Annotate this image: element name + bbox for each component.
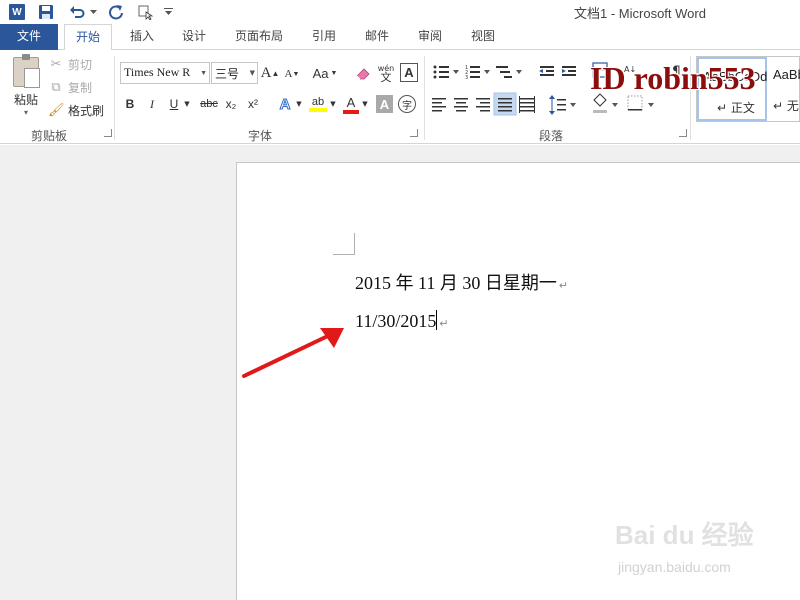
- margin-corner-mark: [333, 233, 355, 255]
- paragraph-launcher-icon[interactable]: [679, 129, 687, 137]
- subscript-button[interactable]: x₂: [222, 95, 240, 113]
- group-divider: [424, 56, 425, 140]
- tab-references[interactable]: 引用: [310, 24, 338, 50]
- copy-label: 复制: [68, 80, 93, 95]
- align-right-icon[interactable]: [476, 98, 490, 112]
- underline-dropdown-icon[interactable]: ▼: [182, 95, 192, 113]
- chevron-down-icon: ▼: [249, 69, 255, 77]
- font-size-value: 三号: [215, 67, 240, 81]
- format-painter-button[interactable]: 🖌 格式刷: [48, 100, 104, 120]
- chevron-down-icon: ▼: [200, 69, 207, 77]
- tab-mailings[interactable]: 邮件: [363, 24, 391, 50]
- bold-button[interactable]: B: [122, 95, 138, 113]
- line-text: 11/30/2015: [355, 311, 437, 331]
- title-bar: W 文档1 - Microsoft Word: [0, 0, 800, 24]
- align-left-icon[interactable]: [432, 98, 446, 112]
- strikethrough-button[interactable]: abc: [198, 95, 220, 113]
- ribbon-tabs: 文件 开始 插入 设计 页面布局 引用 邮件 审阅 视图: [0, 24, 800, 51]
- ribbon-home: 粘贴 ▾ ✂ 剪切 ⧉ 复制 🖌 格式刷 剪贴板 Times New R ▼ 三…: [0, 50, 800, 144]
- text-cursor: [436, 310, 438, 330]
- style-sample: AaBb: [773, 67, 800, 82]
- watermark-overlay: ID robin553: [590, 60, 756, 96]
- paintbrush-icon: 🖌: [48, 102, 65, 118]
- tab-view[interactable]: 视图: [469, 24, 497, 50]
- grow-font-button[interactable]: A ▲: [261, 63, 280, 83]
- paste-button[interactable]: 粘贴 ▾: [8, 54, 44, 118]
- cut-label: 剪切: [68, 57, 93, 72]
- line-spacing-icon[interactable]: [549, 95, 576, 115]
- style-no-spacing[interactable]: AaBb ↵ 无: [769, 57, 800, 121]
- tab-insert[interactable]: 插入: [128, 24, 156, 50]
- highlight-dropdown-icon[interactable]: ▼: [328, 95, 338, 113]
- italic-button[interactable]: I: [144, 95, 160, 113]
- paste-icon: [13, 54, 40, 88]
- paragraph-mark: ↵: [558, 280, 569, 292]
- superscript-button[interactable]: x²: [244, 95, 262, 113]
- font-color-dropdown-icon[interactable]: ▼: [360, 95, 370, 113]
- red-arrow-annotation: [242, 328, 344, 378]
- justify-icon[interactable]: [493, 92, 517, 116]
- tab-review[interactable]: 审阅: [416, 24, 444, 50]
- numbering-icon[interactable]: 1 2 3: [465, 65, 490, 81]
- align-center-icon[interactable]: [454, 98, 468, 112]
- copy-icon: ⧉: [51, 79, 61, 95]
- multilevel-list-icon[interactable]: [496, 66, 522, 78]
- underline-button[interactable]: U: [166, 95, 182, 113]
- phonetic-guide-button[interactable]: wén 文: [376, 62, 396, 84]
- enclose-characters-button[interactable]: 字: [398, 95, 416, 113]
- paragraph-mark: ↵: [439, 318, 449, 330]
- decrease-indent-icon[interactable]: [539, 66, 554, 76]
- paste-dropdown-icon[interactable]: ▾: [24, 108, 28, 117]
- font-name-select[interactable]: Times New R ▼: [120, 62, 210, 84]
- cut-button[interactable]: ✂ 剪切: [48, 54, 92, 74]
- clear-formatting-button[interactable]: [354, 63, 372, 83]
- scissors-icon: ✂: [50, 56, 62, 72]
- character-border-button[interactable]: A: [400, 63, 418, 82]
- eraser-icon: [356, 68, 370, 80]
- paragraph-group-label: 段落: [538, 129, 563, 143]
- text-effects-button[interactable]: A: [276, 94, 294, 114]
- document-area: 2015 年 11 月 30 日星期一 ↵ 11/30/2015 ↵ Bai du …: [0, 145, 800, 600]
- style-name: ↵ 无: [773, 99, 799, 113]
- line-text: 2015 年 11 月 30 日星期一: [355, 273, 557, 293]
- tab-file[interactable]: 文件: [0, 24, 58, 50]
- format-painter-label: 格式刷: [68, 103, 105, 118]
- tab-page-layout[interactable]: 页面布局: [232, 24, 286, 50]
- svg-text:3: 3: [465, 75, 468, 81]
- character-shading-button[interactable]: A: [376, 95, 393, 113]
- highlight-button[interactable]: ab: [308, 93, 328, 115]
- document-line-2[interactable]: 11/30/2015 ↵: [355, 310, 449, 332]
- style-name: ↵ 正文: [717, 101, 755, 115]
- shrink-font-button[interactable]: A ▼: [284, 65, 300, 83]
- bullets-icon[interactable]: [433, 65, 460, 79]
- font-group-label: 字体: [247, 129, 272, 143]
- baidu-url-watermark: jingyan.baidu.com: [618, 559, 731, 575]
- font-color-button[interactable]: A: [342, 93, 360, 115]
- font-size-select[interactable]: 三号 ▼: [211, 62, 258, 84]
- baidu-watermark: Bai du 经验: [615, 520, 754, 550]
- text-effects-dropdown-icon[interactable]: ▼: [294, 95, 304, 113]
- paste-label: 粘贴: [13, 93, 38, 107]
- borders-icon[interactable]: [627, 95, 654, 111]
- change-case-button[interactable]: Aa ▼: [310, 63, 340, 83]
- clipboard-launcher-icon[interactable]: [104, 129, 112, 137]
- tab-design[interactable]: 设计: [180, 24, 208, 50]
- increase-indent-icon[interactable]: [562, 66, 576, 76]
- tab-home[interactable]: 开始: [64, 24, 112, 51]
- font-name-value: Times New R: [124, 65, 191, 79]
- font-launcher-icon[interactable]: [410, 129, 418, 137]
- window-title: 文档1 - Microsoft Word: [574, 6, 706, 21]
- distributed-icon[interactable]: [519, 96, 535, 113]
- clipboard-group-label: 剪贴板: [30, 129, 67, 143]
- group-divider: [114, 56, 115, 140]
- document-line-1[interactable]: 2015 年 11 月 30 日星期一 ↵: [355, 269, 568, 295]
- copy-button[interactable]: ⧉ 复制: [48, 77, 92, 97]
